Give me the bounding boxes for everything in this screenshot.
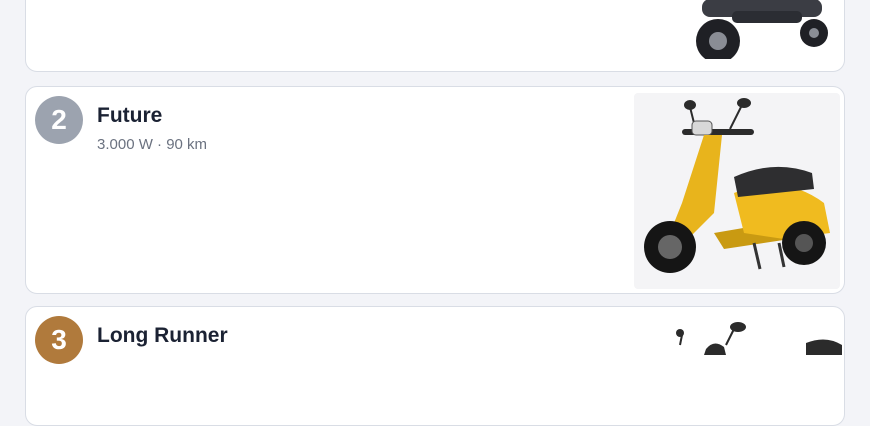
ranking-card-3[interactable]: 3 Long Runner xyxy=(25,306,845,426)
yellow-scooter-image xyxy=(634,93,840,289)
scooter-image xyxy=(672,0,832,59)
item-specs: 3.000 W · 90 km xyxy=(97,136,208,153)
item-title: Future xyxy=(97,104,163,127)
item-title: Long Runner xyxy=(97,324,228,347)
ranking-card-2[interactable]: 2 Future 3.000 W · 90 km xyxy=(25,86,845,294)
scooter-mirror-image xyxy=(666,315,844,375)
ranking-card-1[interactable] xyxy=(25,0,845,72)
rank-badge: 3 xyxy=(35,316,83,364)
rank-badge: 2 xyxy=(35,96,83,144)
